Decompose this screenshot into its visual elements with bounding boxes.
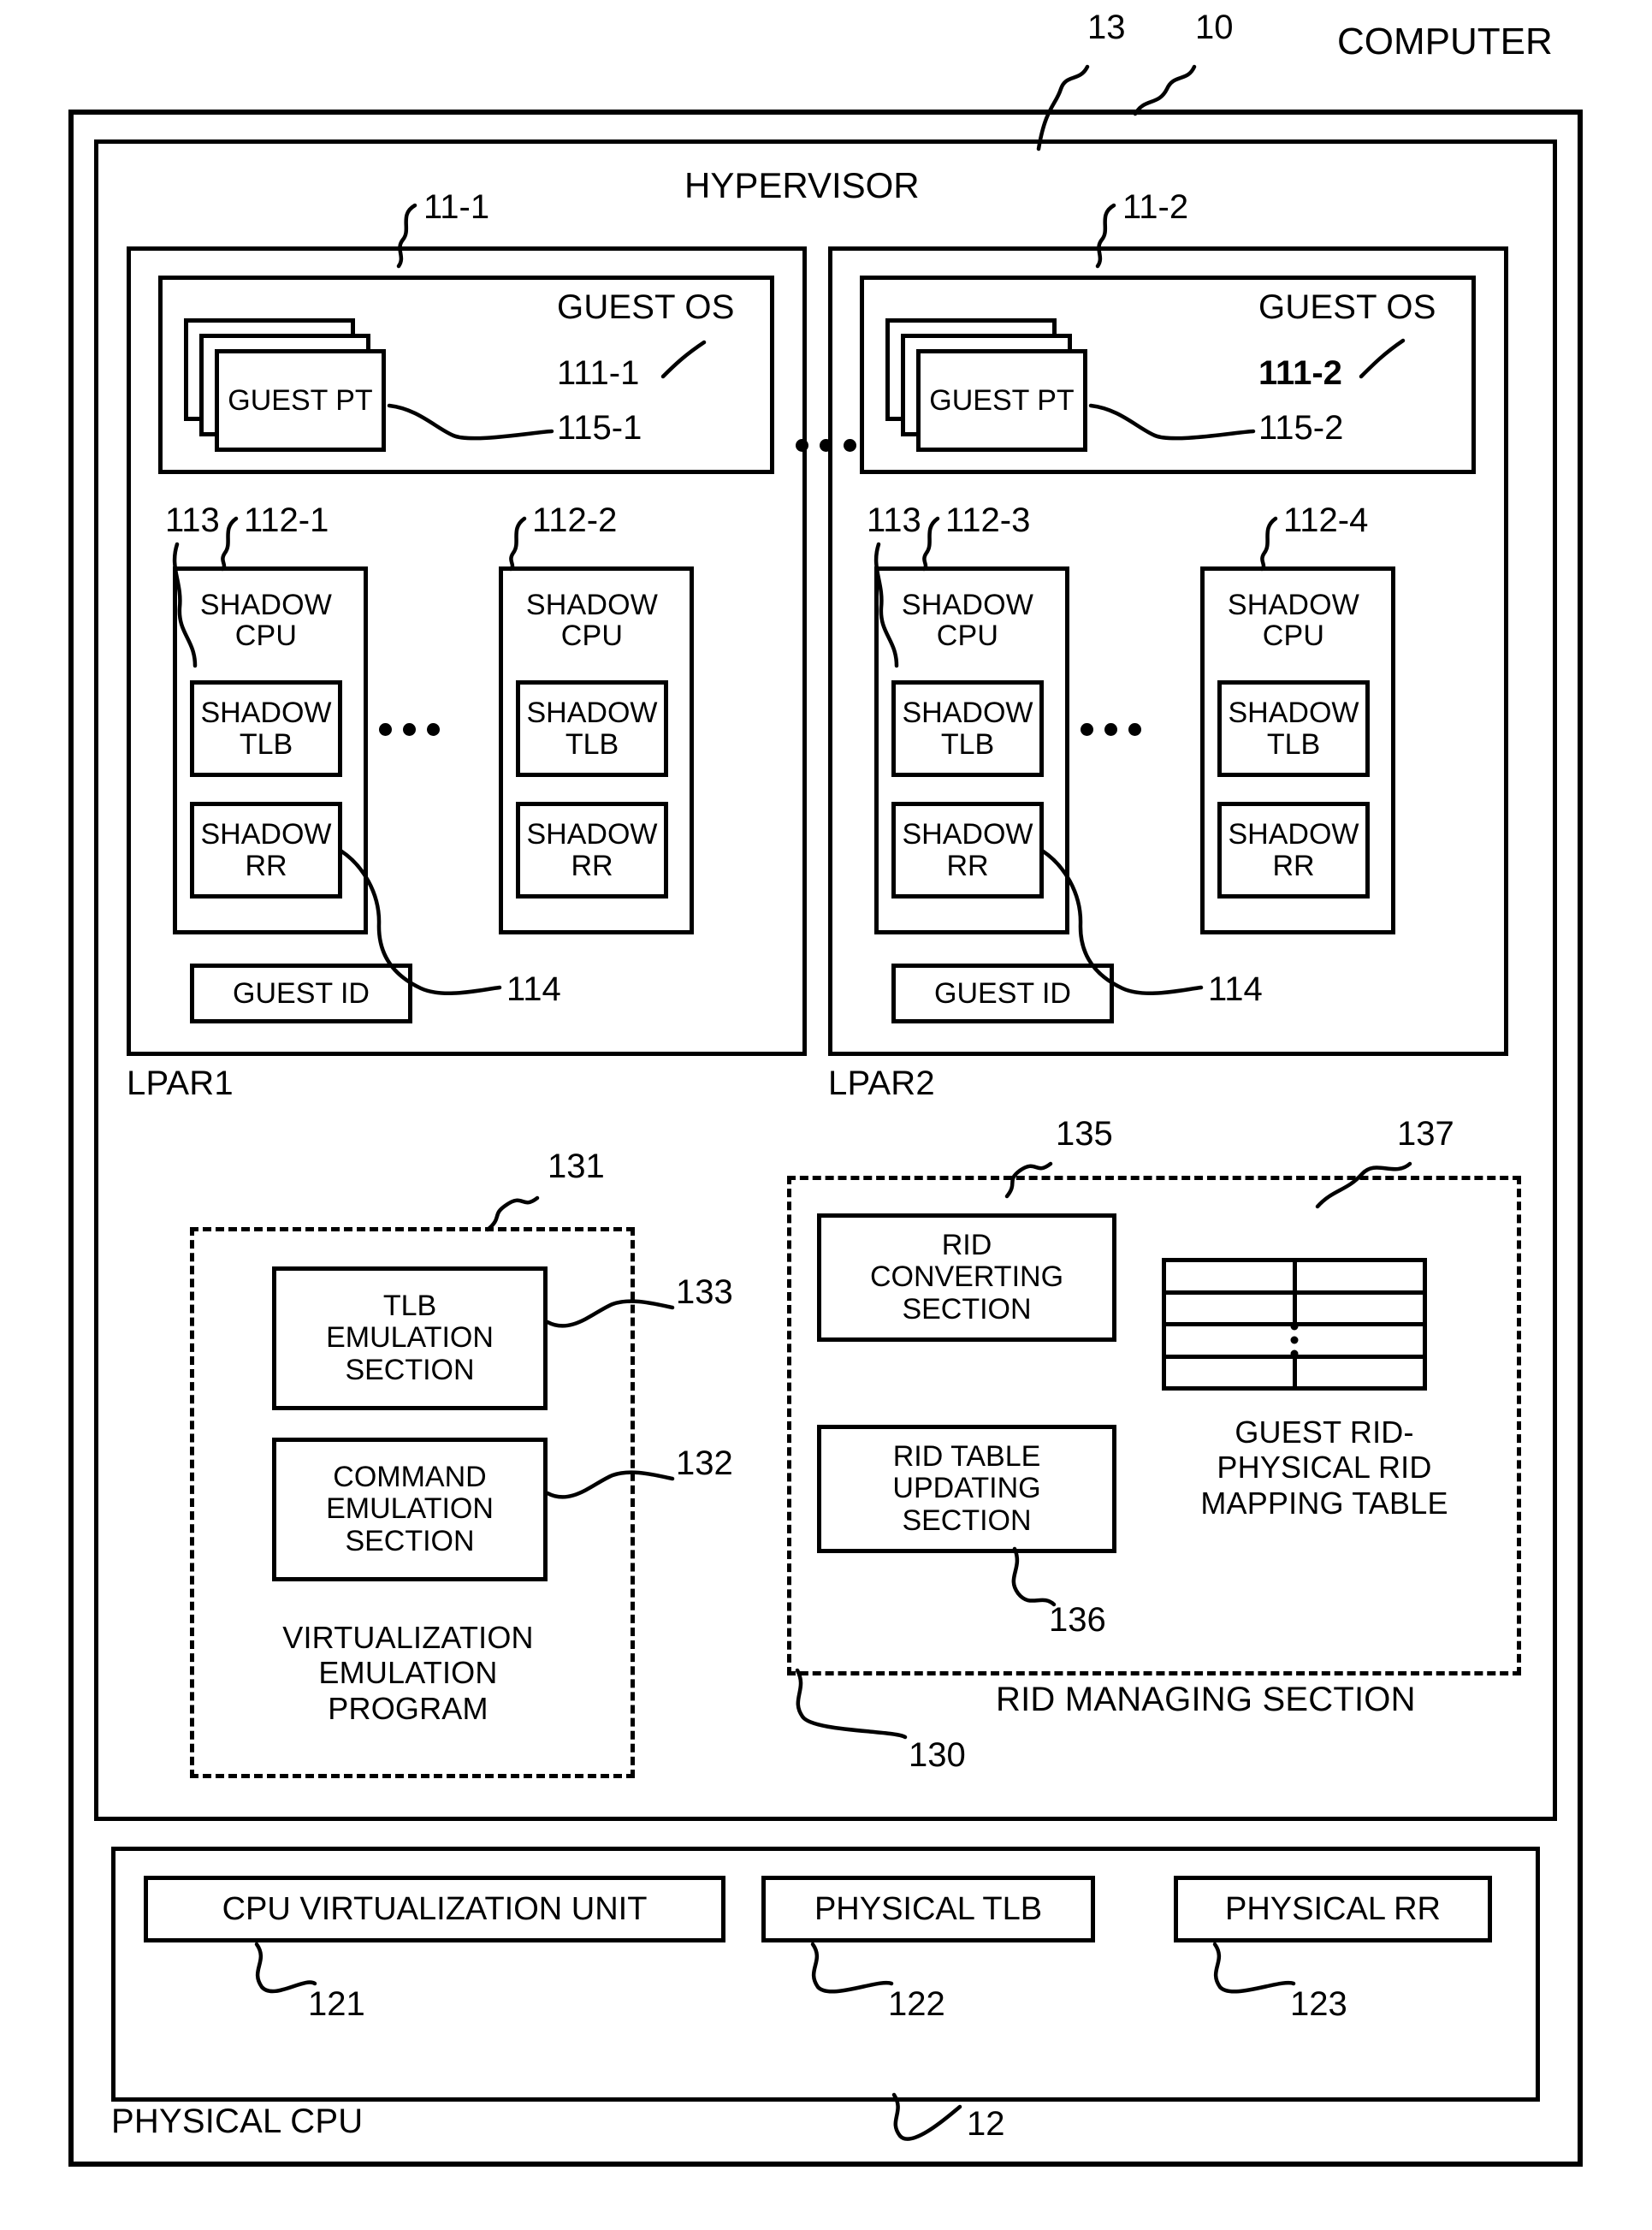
leader-123 bbox=[1212, 1942, 1296, 1994]
